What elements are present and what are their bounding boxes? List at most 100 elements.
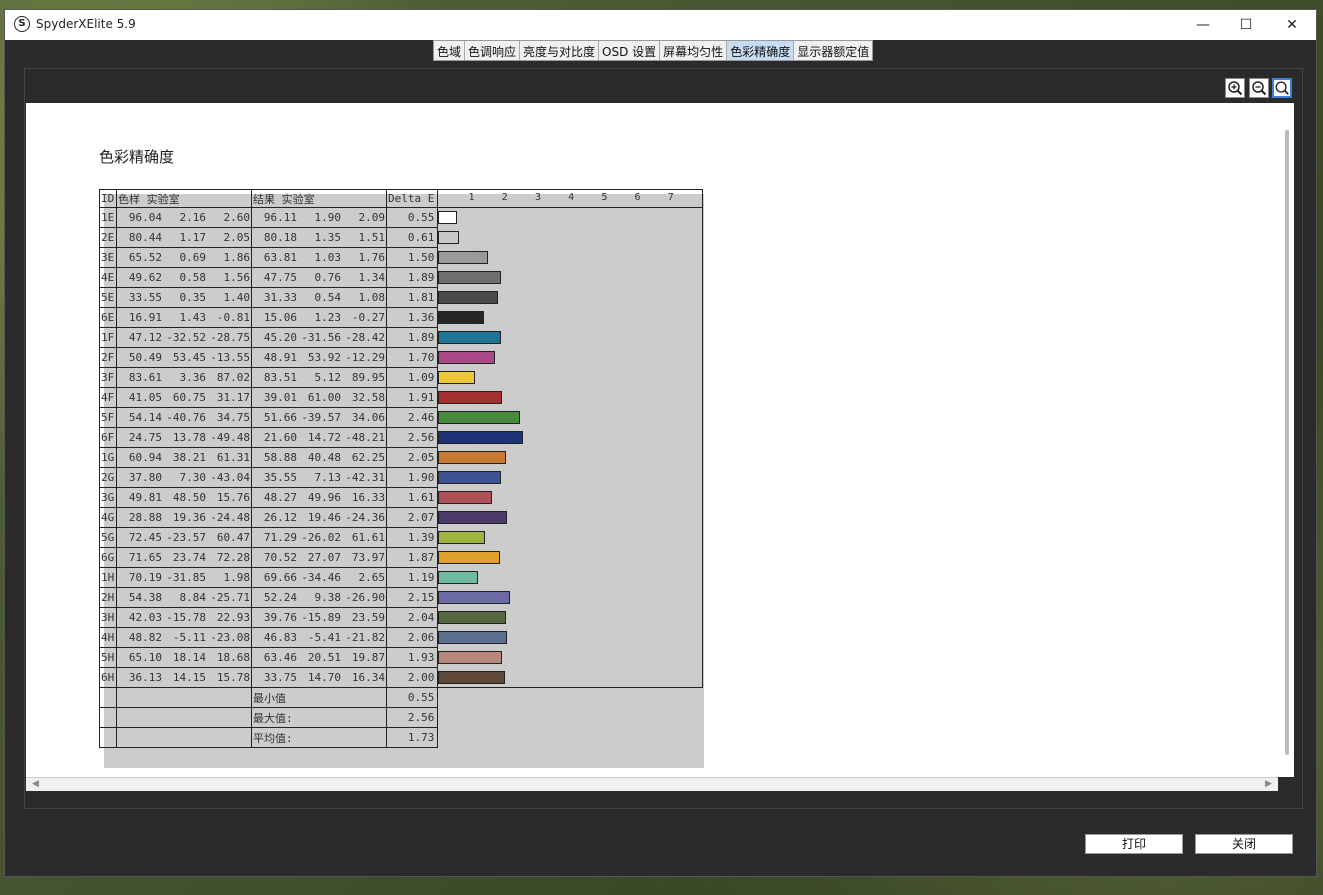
result-lab-cell: 58.88 40.48 62.25: [251, 447, 387, 468]
close-button[interactable]: 关闭: [1195, 834, 1293, 854]
result-lab-l: 63.46: [263, 651, 297, 664]
sample-lab-b: 72.28: [216, 551, 250, 564]
result-lab-values: 63.46 20.51 19.87: [253, 651, 385, 664]
result-lab-b: -12.29: [345, 351, 385, 364]
print-button[interactable]: 打印: [1085, 834, 1183, 854]
sample-lab-l: 60.94: [128, 451, 162, 464]
result-lab-b: 1.34: [358, 271, 386, 284]
vertical-scrollbar[interactable]: [1285, 130, 1289, 755]
row-delta-e: 1.93: [385, 647, 439, 668]
result-lab-cell: 63.46 20.51 19.87: [251, 647, 387, 668]
row-delta-e: 1.90: [385, 467, 439, 488]
stat-blank-cell: [116, 707, 252, 728]
sample-lab-b: 61.31: [216, 451, 250, 464]
sample-lab-values: 37.80 7.30 -43.04: [118, 471, 250, 484]
sample-lab-b: 15.78: [216, 671, 250, 684]
result-lab-a: 19.46: [307, 511, 341, 524]
row-id: 5G: [99, 527, 117, 548]
zoom-fit-button[interactable]: [1272, 78, 1292, 98]
close-window-button[interactable]: ✕: [1269, 10, 1315, 40]
tab-3[interactable]: OSD 设置: [599, 41, 661, 60]
row-delta-e: 1.09: [385, 367, 439, 388]
row-delta-e: 2.05: [385, 447, 439, 468]
result-lab-cell: 33.75 14.70 16.34: [251, 667, 387, 688]
scale-tick: 6: [634, 192, 641, 203]
sample-lab-a: 0.58: [179, 271, 207, 284]
sample-lab-b: -25.71: [210, 591, 250, 604]
zoom-out-button[interactable]: [1249, 78, 1269, 98]
grid-line: [571, 627, 573, 648]
zoom-out-icon: [1252, 81, 1267, 96]
result-lab-l: 26.12: [263, 511, 297, 524]
result-lab-a: -34.46: [301, 571, 341, 584]
sample-lab-l: 47.12: [128, 331, 162, 344]
title-bar: S SpyderXElite 5.9 — ☐ ✕: [5, 10, 1316, 40]
delta-e-bar: [438, 310, 484, 324]
result-lab-a: 40.48: [307, 451, 341, 464]
delta-e-bar: [438, 370, 475, 384]
minimize-button[interactable]: —: [1180, 10, 1226, 40]
header-sample: 色样 实验室: [116, 189, 252, 208]
scale-tick: 1: [468, 192, 475, 203]
row-delta-e: 0.61: [385, 227, 439, 248]
result-lab-cell: 26.12 19.46 -24.36: [251, 507, 387, 528]
result-lab-cell: 21.60 14.72 -48.21: [251, 427, 387, 448]
result-lab-l: 15.06: [263, 311, 297, 324]
scale-tick: 7: [667, 192, 674, 203]
result-lab-a: 0.54: [314, 291, 342, 304]
sample-lab-values: 65.52 0.69 1.86: [118, 251, 250, 264]
tab-0[interactable]: 色域: [434, 41, 466, 60]
sample-lab-l: 72.45: [128, 531, 162, 544]
grid-line: [670, 247, 672, 268]
stat-empty-graph: [437, 707, 703, 728]
stat-empty-graph: [437, 687, 703, 708]
result-lab-l: 96.11: [263, 211, 297, 224]
tab-5[interactable]: 色彩精确度: [727, 41, 795, 60]
grid-line: [604, 307, 606, 328]
grid-line: [670, 447, 672, 468]
result-lab-values: 26.12 19.46 -24.36: [253, 511, 385, 524]
grid-line: [537, 467, 539, 488]
row-id: 4G: [99, 507, 117, 528]
report-page[interactable]: 色彩精确度 ID 色样 实验室 结果 实验室 Delta E 1 2 3 4 5 6 7 1E 96.0…: [26, 103, 1294, 777]
horizontal-scrollbar[interactable]: ◀ ▶: [26, 777, 1278, 791]
grid-line: [604, 547, 606, 568]
delta-e-bar: [438, 350, 495, 364]
row-id: 2H: [99, 587, 117, 608]
result-lab-values: 63.81 1.03 1.76: [253, 251, 385, 264]
result-lab-cell: 83.51 5.12 89.95: [251, 367, 387, 388]
grid-line: [571, 487, 573, 508]
sample-lab-b: 31.17: [216, 391, 250, 404]
sample-lab-values: 49.81 48.50 15.76: [118, 491, 250, 504]
tab-2[interactable]: 亮度与对比度: [520, 41, 600, 60]
sample-lab-cell: 65.10 18.14 18.68: [116, 647, 252, 668]
sample-lab-b: 2.60: [223, 211, 251, 224]
row-id: 1H: [99, 567, 117, 588]
result-lab-l: 69.66: [263, 571, 297, 584]
grid-line: [537, 527, 539, 548]
grid-line: [604, 367, 606, 388]
grid-line: [571, 367, 573, 388]
delta-graph-cell: [437, 607, 704, 628]
row-id: 2G: [99, 467, 117, 488]
sample-lab-l: 16.91: [128, 311, 162, 324]
sample-lab-l: 48.82: [128, 631, 162, 644]
scroll-left-icon[interactable]: ◀: [32, 778, 39, 791]
maximize-button[interactable]: ☐: [1223, 10, 1269, 40]
tab-4[interactable]: 屏幕均匀性: [660, 41, 728, 60]
grid-line: [571, 327, 573, 348]
header-delta: Delta E: [385, 189, 439, 208]
scroll-right-icon[interactable]: ▶: [1265, 778, 1272, 791]
stat-id-cell: [99, 687, 117, 708]
grid-line: [670, 667, 672, 687]
zoom-in-button[interactable]: [1225, 78, 1245, 98]
table-row: 3F 83.61 3.36 87.02 83.51 5.12 89.95 1.09: [99, 367, 704, 388]
grid-line: [537, 667, 539, 687]
table-row: 4E 49.62 0.58 1.56 47.75 0.76 1.34 1.89: [99, 267, 704, 288]
tab-1[interactable]: 色调响应: [465, 41, 521, 60]
tab-6[interactable]: 显示器额定值: [794, 41, 872, 60]
row-delta-e: 2.15: [385, 587, 439, 608]
delta-e-bar: [438, 570, 478, 584]
grid-line: [504, 487, 506, 508]
sample-lab-values: 70.19 -31.85 1.98: [118, 571, 250, 584]
